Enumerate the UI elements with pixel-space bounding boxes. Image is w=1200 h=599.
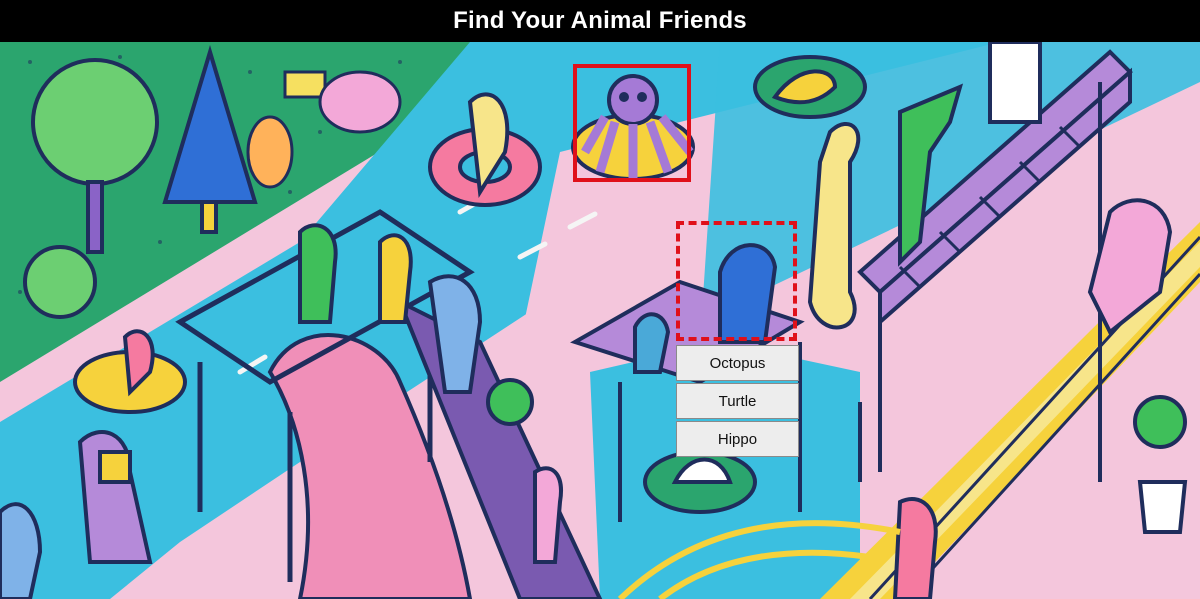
target-animal-highlight [676,221,797,341]
found-animal-highlight [573,64,691,182]
page-title: Find Your Animal Friends [0,0,1200,42]
option-turtle-button[interactable]: Turtle [676,383,799,419]
option-octopus-button[interactable]: Octopus [676,345,799,381]
answer-options: Octopus Turtle Hippo [676,345,799,459]
option-hippo-button[interactable]: Hippo [676,421,799,457]
